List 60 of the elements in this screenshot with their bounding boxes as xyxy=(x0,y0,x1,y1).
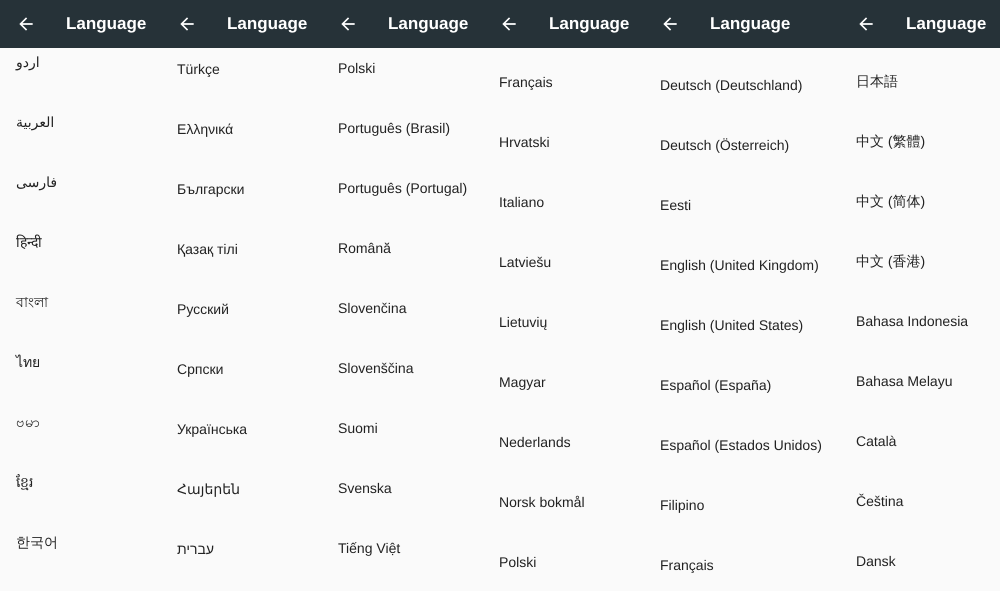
language-item[interactable]: Deutsch (Deutschland) xyxy=(660,75,802,95)
language-item[interactable]: Español (España) xyxy=(660,375,772,395)
language-item[interactable]: Bahasa Melayu xyxy=(856,371,953,391)
language-item[interactable]: Português (Portugal) xyxy=(338,178,468,198)
language-item[interactable]: বাংলা xyxy=(16,292,48,312)
screen-title: Language xyxy=(906,14,986,34)
language-item[interactable]: हिन्दी xyxy=(16,232,42,252)
language-item[interactable]: Tiếng Việt xyxy=(338,538,400,558)
screen-title: Language xyxy=(710,14,790,34)
language-item[interactable]: 中文 (香港) xyxy=(856,251,926,271)
language-item[interactable]: Slovenščina xyxy=(338,358,414,378)
language-item[interactable]: ไทย xyxy=(16,352,40,372)
language-item[interactable]: Deutsch (Österreich) xyxy=(660,135,790,155)
language-item[interactable]: ဗမာ xyxy=(16,412,40,432)
language-item[interactable]: Polski xyxy=(499,552,536,572)
language-item[interactable]: Suomi xyxy=(338,418,378,438)
screen-title: Language xyxy=(227,14,308,34)
language-item[interactable]: 日本語 xyxy=(856,71,898,91)
language-item[interactable]: Հայերեն xyxy=(177,479,240,499)
language-item[interactable]: Français xyxy=(499,72,553,92)
language-item[interactable]: ខ្មែរ xyxy=(16,472,33,492)
screen-title: Language xyxy=(66,14,146,34)
language-item[interactable]: Italiano xyxy=(499,192,544,212)
language-item[interactable]: Nederlands xyxy=(499,432,571,452)
language-item[interactable]: Svenska xyxy=(338,478,392,498)
language-item[interactable]: English (United Kingdom) xyxy=(660,255,819,275)
language-item[interactable]: Ελληνικά xyxy=(177,119,234,139)
language-item[interactable]: Filipino xyxy=(660,495,704,515)
language-item[interactable]: 中文 (繁體) xyxy=(856,131,926,151)
language-item[interactable]: Română xyxy=(338,238,391,258)
language-item[interactable]: Lietuvių xyxy=(499,312,548,332)
language-item[interactable]: Eesti xyxy=(660,195,692,215)
language-item[interactable]: Қазақ тілі xyxy=(177,239,238,259)
language-item[interactable]: فارسی xyxy=(16,172,58,192)
language-item[interactable]: Português (Brasil) xyxy=(338,118,450,138)
language-item[interactable]: Български xyxy=(177,179,244,199)
language-item[interactable]: Türkçe xyxy=(177,59,220,79)
language-item[interactable]: Magyar xyxy=(499,372,546,392)
language-item[interactable]: اردو xyxy=(16,52,40,72)
language-item[interactable]: עברית xyxy=(177,539,214,559)
language-item[interactable]: Polski xyxy=(338,58,376,78)
language-item[interactable]: Dansk xyxy=(856,551,896,571)
language-item[interactable]: Hrvatski xyxy=(499,132,550,152)
language-item[interactable]: Čeština xyxy=(856,491,904,511)
language-item[interactable]: English (United States) xyxy=(660,315,804,335)
language-item[interactable]: Українська xyxy=(177,419,248,439)
screen-title: Language xyxy=(388,14,468,34)
language-item[interactable]: Español (Estados Unidos) xyxy=(660,435,822,455)
language-item[interactable]: Српски xyxy=(177,359,224,379)
language-item[interactable]: Français xyxy=(660,555,714,575)
language-item[interactable]: Latviešu xyxy=(499,252,552,272)
language-item[interactable]: Català xyxy=(856,431,896,451)
screen-title: Language xyxy=(549,14,630,34)
language-item[interactable]: 한국어 xyxy=(16,532,58,552)
language-item[interactable]: Русский xyxy=(177,299,229,319)
language-item[interactable]: العربية xyxy=(16,112,54,132)
language-item[interactable]: Bahasa Indonesia xyxy=(856,311,968,331)
language-item[interactable]: 中文 (简体) xyxy=(856,191,926,211)
language-item[interactable]: Slovenčina xyxy=(338,298,406,318)
language-item[interactable]: Norsk bokmål xyxy=(499,492,585,512)
